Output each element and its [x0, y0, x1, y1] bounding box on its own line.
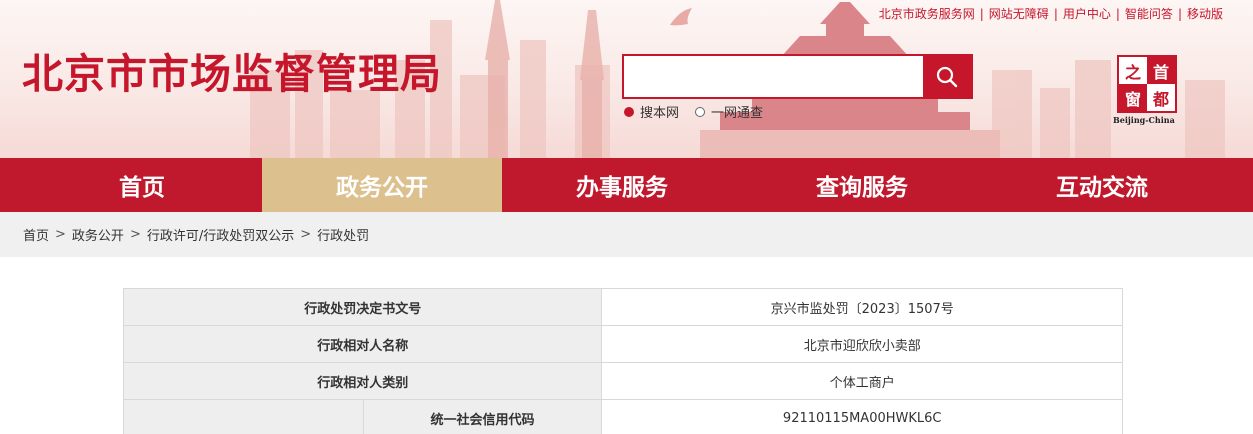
search-icon	[936, 66, 958, 87]
value-party-category: 个体工商户	[601, 362, 1123, 400]
link-accessibility[interactable]: 网站无障碍	[989, 5, 1049, 22]
scope-label: 搜本网	[640, 106, 680, 121]
capital-window-logo[interactable]: 之 首 窗 都 Beijing-China	[1113, 55, 1179, 125]
search-button[interactable]	[923, 56, 971, 97]
nav-query[interactable]: 查询服务	[742, 158, 982, 212]
nav-home[interactable]: 首页	[22, 158, 262, 212]
link-gov-service[interactable]: 北京市政务服务网	[879, 5, 975, 22]
link-mobile[interactable]: 移动版	[1187, 5, 1223, 22]
breadcrumb-double-publicity[interactable]: 行政许可/行政处罚双公示	[147, 225, 294, 244]
nav-government-affairs[interactable]: 政务公开	[262, 158, 502, 212]
scope-label: 一网通查	[711, 106, 764, 121]
link-user-center[interactable]: 用户中心	[1063, 5, 1111, 22]
site-header: 北京市市场监督管理局 北京市政务服务网 | 网站无障碍 | 用户中心 | 智能问…	[0, 0, 1253, 158]
breadcrumb-separator: >	[300, 227, 312, 242]
table-row: 行政相对人名称 北京市迎欣欣小卖部	[122, 325, 1123, 363]
breadcrumb: 首页 > 政务公开 > 行政许可/行政处罚双公示 > 行政处罚	[0, 212, 1253, 257]
breadcrumb-administrative-penalty[interactable]: 行政处罚	[317, 225, 369, 244]
link-separator: |	[1177, 6, 1182, 21]
table-row: 行政相对人类别 个体工商户	[122, 362, 1123, 400]
seal-char: 都	[1152, 89, 1169, 109]
radio-unselected-icon	[695, 106, 706, 117]
breadcrumb-government-affairs[interactable]: 政务公开	[72, 225, 124, 244]
site-title[interactable]: 北京市市场监督管理局	[22, 40, 442, 100]
main-content: 行政处罚决定书文号 京兴市监处罚〔2023〕1507号 行政相对人名称 北京市迎…	[0, 257, 1253, 434]
scope-this-site[interactable]: 搜本网	[624, 102, 679, 121]
link-separator: |	[979, 6, 984, 21]
scope-all-network[interactable]: 一网通查	[695, 102, 763, 121]
top-links: 北京市政务服务网 | 网站无障碍 | 用户中心 | 智能问答 | 移动版	[879, 5, 1223, 22]
seal-box: 之 首 窗 都	[1117, 55, 1177, 113]
link-separator: |	[1115, 6, 1120, 21]
penalty-record-table: 行政处罚决定书文号 京兴市监处罚〔2023〕1507号 行政相对人名称 北京市迎…	[122, 288, 1123, 434]
label-group-cell	[123, 399, 364, 434]
seal-char: 窗	[1119, 84, 1147, 111]
seal-caption: Beijing-China	[1113, 115, 1175, 125]
radio-selected-icon	[624, 106, 634, 117]
link-smart-qa[interactable]: 智能问答	[1125, 5, 1173, 22]
main-nav: 首页 政务公开 办事服务 查询服务 互动交流	[0, 158, 1253, 212]
label-decision-number: 行政处罚决定书文号	[122, 288, 603, 326]
search-box	[622, 54, 973, 99]
label-party-category: 行政相对人类别	[122, 362, 603, 400]
seal-char: 之	[1124, 62, 1141, 82]
breadcrumb-separator: >	[129, 227, 141, 242]
search-scope: 搜本网 一网通查	[624, 102, 779, 121]
table-row: 行政处罚决定书文号 京兴市监处罚〔2023〕1507号	[122, 288, 1123, 326]
nav-interaction[interactable]: 互动交流	[982, 158, 1222, 212]
link-separator: |	[1053, 6, 1058, 21]
nav-services[interactable]: 办事服务	[502, 158, 742, 212]
value-decision-number: 京兴市监处罚〔2023〕1507号	[601, 288, 1123, 326]
breadcrumb-separator: >	[55, 227, 66, 242]
value-credit-code: 92110115MA00HWKL6C	[601, 399, 1123, 434]
breadcrumb-home[interactable]: 首页	[23, 225, 49, 244]
value-party-name: 北京市迎欣欣小卖部	[601, 325, 1123, 363]
seal-char: 首	[1147, 57, 1175, 84]
label-credit-code: 统一社会信用代码	[362, 399, 603, 434]
table-row: 统一社会信用代码 92110115MA00HWKL6C	[123, 399, 1123, 434]
label-party-name: 行政相对人名称	[122, 325, 603, 363]
search-input[interactable]	[624, 56, 923, 97]
